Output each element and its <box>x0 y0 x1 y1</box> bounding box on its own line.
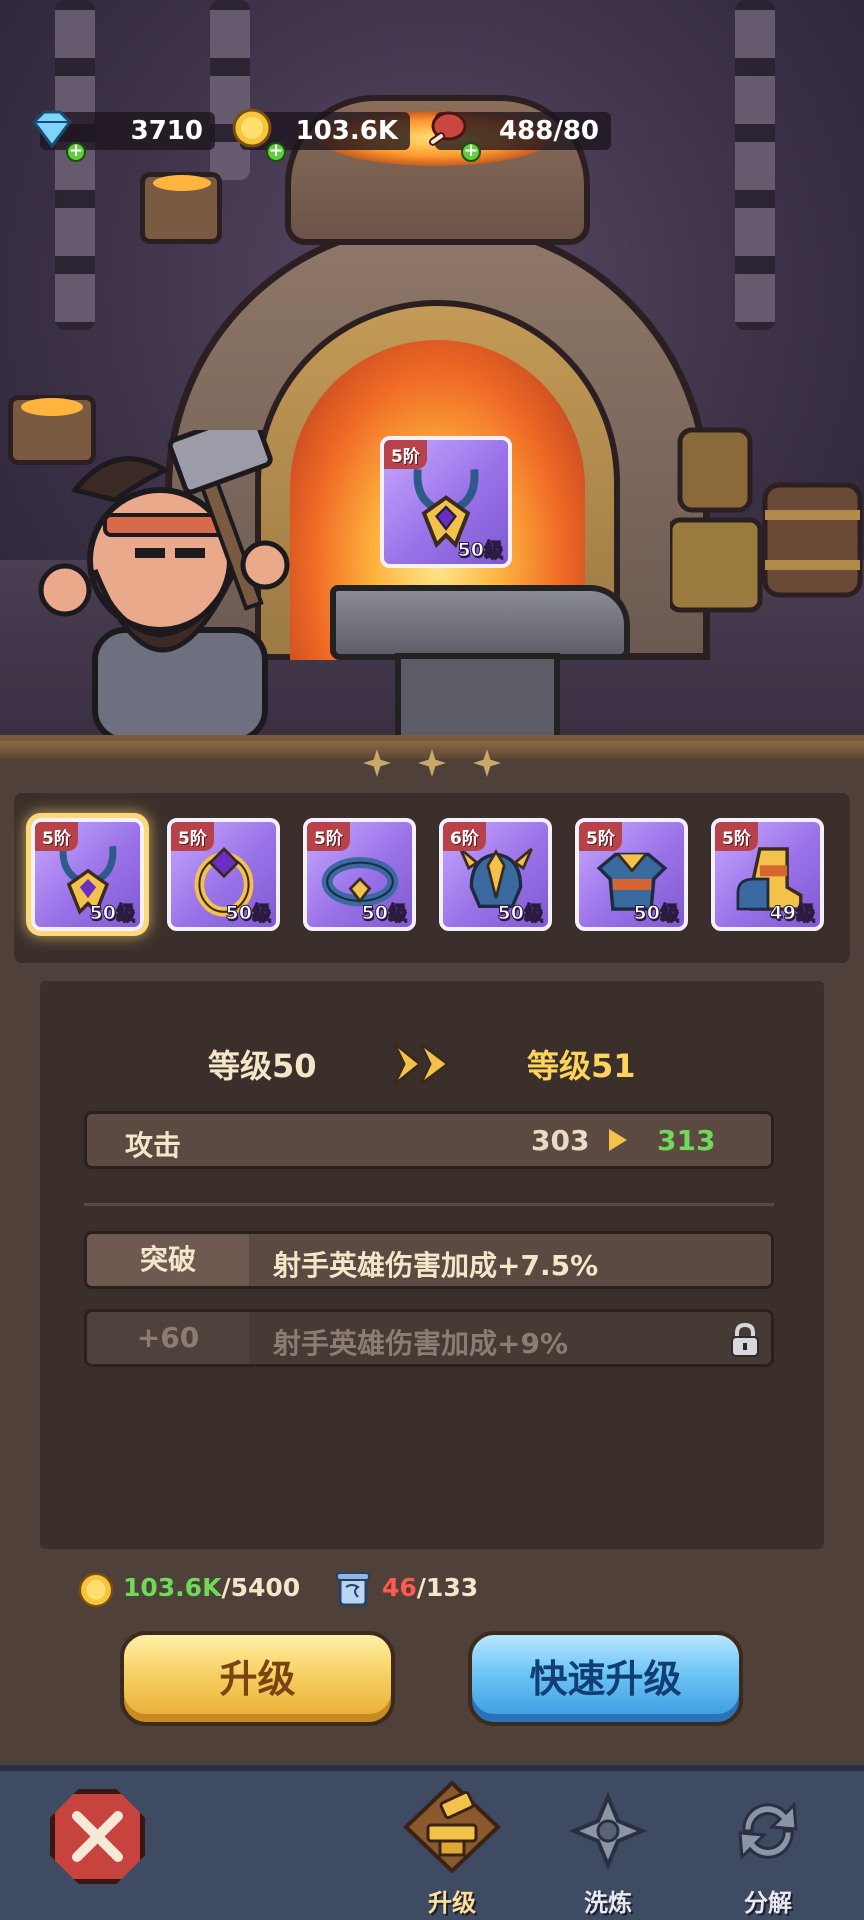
equipment-slot-row: 5阶 50级 5阶 50级 5阶 50级 6阶 50级 5阶 50级 5阶 49… <box>14 793 850 963</box>
equipment-slot-helmet[interactable]: 6阶 50级 <box>439 818 552 931</box>
gems-counter[interactable]: + 3710 <box>32 110 215 162</box>
refine-icon <box>568 1791 648 1871</box>
chain-decoration <box>735 0 775 330</box>
attack-stat-row: 攻击 303 313 <box>84 1111 774 1169</box>
item-level: 50级 <box>225 902 271 925</box>
next-level: 等级51 <box>527 1047 636 1085</box>
arrow-right-icon <box>609 1129 627 1151</box>
equipment-slot-bracelet[interactable]: 5阶 50级 <box>303 818 416 931</box>
attack-current: 303 <box>531 1124 590 1157</box>
gold-cost: 103.6K/5400 <box>75 1572 301 1608</box>
add-gold-icon[interactable]: + <box>266 142 286 162</box>
tier-badge: 5阶 <box>35 822 78 851</box>
forge-item-card[interactable]: 5阶 50级 <box>380 436 512 568</box>
gold-need: /5400 <box>221 1573 301 1602</box>
bottom-nav: 升级 洗炼 分解 <box>0 1765 864 1920</box>
item-level: 49级 <box>769 902 815 925</box>
blacksmith-character <box>38 430 290 735</box>
crossed-swords-icon <box>72 1811 123 1862</box>
current-level: 等级50 <box>208 1047 317 1085</box>
nav-tab-decompose[interactable]: 分解 <box>708 1791 828 1920</box>
item-level: 50级 <box>89 902 135 925</box>
scroll-have: 46 <box>382 1573 417 1602</box>
locked-bonus-row: +60 射手英雄伤害加成+9% <box>84 1309 774 1367</box>
close-button[interactable] <box>50 1789 145 1884</box>
gold-value: 103.6K <box>295 116 398 146</box>
breakthrough-tag: 突破 <box>87 1234 249 1286</box>
add-food-icon[interactable]: + <box>461 142 481 162</box>
item-level: 50级 <box>497 902 543 925</box>
gold-have: 103.6K <box>123 1573 222 1602</box>
tier-badge: 5阶 <box>384 440 427 469</box>
barrels-decoration <box>670 427 863 613</box>
quick-upgrade-button[interactable]: 快速升级 <box>468 1631 743 1726</box>
item-level: 50级 <box>633 902 679 925</box>
food-value: 488/80 <box>499 116 599 146</box>
anvil <box>330 585 630 735</box>
brazier-icon <box>140 172 222 244</box>
gems-value: 3710 <box>130 116 203 146</box>
scroll-icon <box>336 1572 370 1607</box>
tier-badge: 6阶 <box>443 822 486 851</box>
equipment-slot-boots[interactable]: 5阶 49级 <box>711 818 824 931</box>
tier-badge: 5阶 <box>171 822 214 851</box>
nav-decompose-label: 分解 <box>744 1889 792 1917</box>
gold-coin-icon <box>78 1572 114 1608</box>
chain-decoration <box>55 0 95 330</box>
upgrade-button[interactable]: 升级 <box>120 1631 395 1726</box>
upgrade-stats-box: 等级50 等级51 攻击 303 313 突破 射手英雄伤害加成+7.5% +6… <box>40 981 824 1549</box>
lock-icon <box>731 1322 759 1357</box>
attack-next: 313 <box>657 1124 716 1157</box>
scroll-need: /133 <box>416 1573 479 1602</box>
item-level: 50级 <box>361 902 407 925</box>
locked-bonus-tag: +60 <box>87 1312 249 1364</box>
tier-badge: 5阶 <box>579 822 622 851</box>
nav-tab-refine[interactable]: 洗炼 <box>548 1791 668 1920</box>
forge-scene: 5阶 50级 + 3710 + 103.6K + 488/80 <box>0 0 864 735</box>
add-gems-icon[interactable]: + <box>66 142 86 162</box>
nav-upgrade-label: 升级 <box>428 1889 476 1917</box>
gold-counter[interactable]: + 103.6K <box>232 108 410 162</box>
equipment-slot-amulet[interactable]: 5阶 50级 <box>31 818 144 931</box>
double-arrow-icon <box>392 1041 451 1087</box>
recycle-icon <box>738 1801 798 1861</box>
item-level: 50级 <box>457 539 503 562</box>
nav-refine-label: 洗炼 <box>584 1889 632 1917</box>
nav-tab-upgrade[interactable]: 升级 <box>392 1780 512 1920</box>
equipment-slot-ring[interactable]: 5阶 50级 <box>167 818 280 931</box>
locked-bonus-text: 射手英雄伤害加成+9% <box>273 1327 568 1360</box>
food-counter[interactable]: + 488/80 <box>428 111 611 162</box>
equipment-slot-armor[interactable]: 5阶 50级 <box>575 818 688 931</box>
breakthrough-bonus-row: 突破 射手英雄伤害加成+7.5% <box>84 1231 774 1289</box>
upgrade-panel: 5阶 50级 5阶 50级 5阶 50级 6阶 50级 5阶 50级 5阶 49… <box>0 735 864 1765</box>
divider <box>84 1203 774 1206</box>
tier-badge: 5阶 <box>307 822 350 851</box>
attack-label: 攻击 <box>125 1129 182 1162</box>
scroll-cost: 46/133 <box>332 1572 479 1607</box>
breakthrough-text: 射手英雄伤害加成+7.5% <box>273 1249 599 1282</box>
tier-badge: 5阶 <box>715 822 758 851</box>
anvil-hammer-icon <box>403 1780 501 1874</box>
